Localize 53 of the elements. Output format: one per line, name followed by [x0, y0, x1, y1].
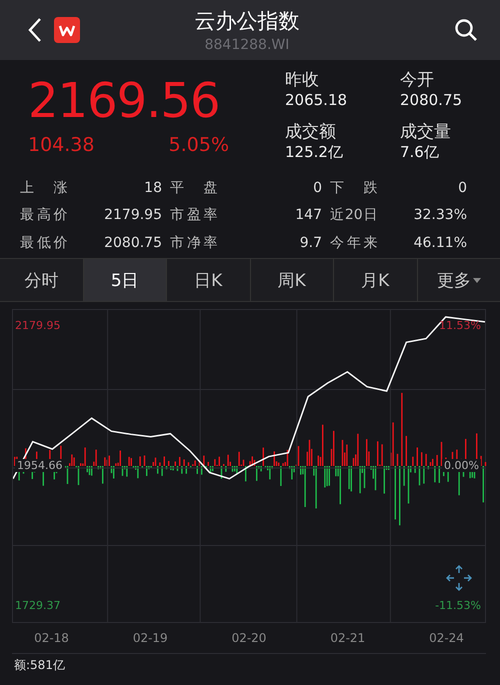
summary-label: 成交量 [400, 122, 452, 143]
axis-label: 1729.37 [15, 598, 60, 612]
period-tab[interactable]: 月K [334, 259, 418, 301]
axis-label: 2179.95 [15, 318, 60, 332]
stat-value: 32.33% [414, 206, 467, 226]
axis-label: 0.00% [442, 458, 481, 472]
stat-label: 最高价 [20, 206, 68, 226]
summary-value: 125.2亿 [285, 143, 344, 162]
app-logo-icon [54, 17, 80, 43]
stat-value: 46.11% [414, 234, 467, 253]
stat-value: 9.7 [300, 234, 322, 253]
date-label: 02-21 [330, 631, 366, 645]
stat-value: 2080.75 [104, 234, 162, 253]
axis-label: 11.53% [439, 318, 481, 332]
expand-icon[interactable] [445, 564, 473, 592]
summary-value: 2065.18 [285, 91, 348, 110]
period-tab[interactable]: 周K [250, 259, 334, 301]
summary-value: 7.6亿 [400, 143, 440, 162]
stat-value: 18 [144, 179, 162, 198]
stat-label: 市盈率 [170, 206, 218, 226]
date-label: 02-18 [34, 631, 69, 645]
caret-icon [472, 278, 481, 282]
summary-label: 昨收 [285, 70, 320, 91]
period-tab[interactable]: 日K [167, 259, 250, 301]
stat-label: 上涨 [20, 179, 68, 198]
price-change: 104.38 [28, 134, 94, 156]
stat-label: 今年来 [330, 234, 378, 253]
stat-label: 下跌 [330, 179, 378, 198]
stat-label: 最低价 [20, 234, 68, 253]
date-label: 02-24 [429, 631, 464, 645]
stat-label: 市净率 [170, 234, 218, 253]
stat-value: 2179.95 [104, 206, 162, 226]
date-label: 02-19 [132, 631, 168, 645]
back-icon[interactable] [28, 17, 42, 43]
page-title: 云办公指数 [194, 8, 300, 35]
stat-label: 近20日 [330, 206, 378, 226]
volume-amount: 额:581亿 [13, 657, 65, 674]
period-tab[interactable]: 5日 [84, 259, 167, 301]
stat-value: 0 [313, 179, 322, 198]
stat-value: 0 [458, 179, 467, 198]
search-icon[interactable] [454, 18, 478, 42]
stat-label: 平盘 [170, 179, 218, 198]
axis-label: 1954.66 [15, 458, 64, 472]
axis-label: -11.53% [435, 598, 481, 612]
current-price: 2169.56 [28, 72, 220, 131]
summary-label: 成交额 [285, 122, 337, 143]
index-code: 8841288.WI [204, 37, 290, 53]
price-change-percent: 5.05% [168, 134, 229, 156]
summary-value: 2080.75 [400, 91, 464, 110]
stat-value: 147 [295, 206, 322, 226]
date-label: 02-20 [232, 631, 266, 645]
period-tab[interactable]: 更多 [418, 259, 500, 301]
summary-label: 今开 [400, 70, 435, 91]
